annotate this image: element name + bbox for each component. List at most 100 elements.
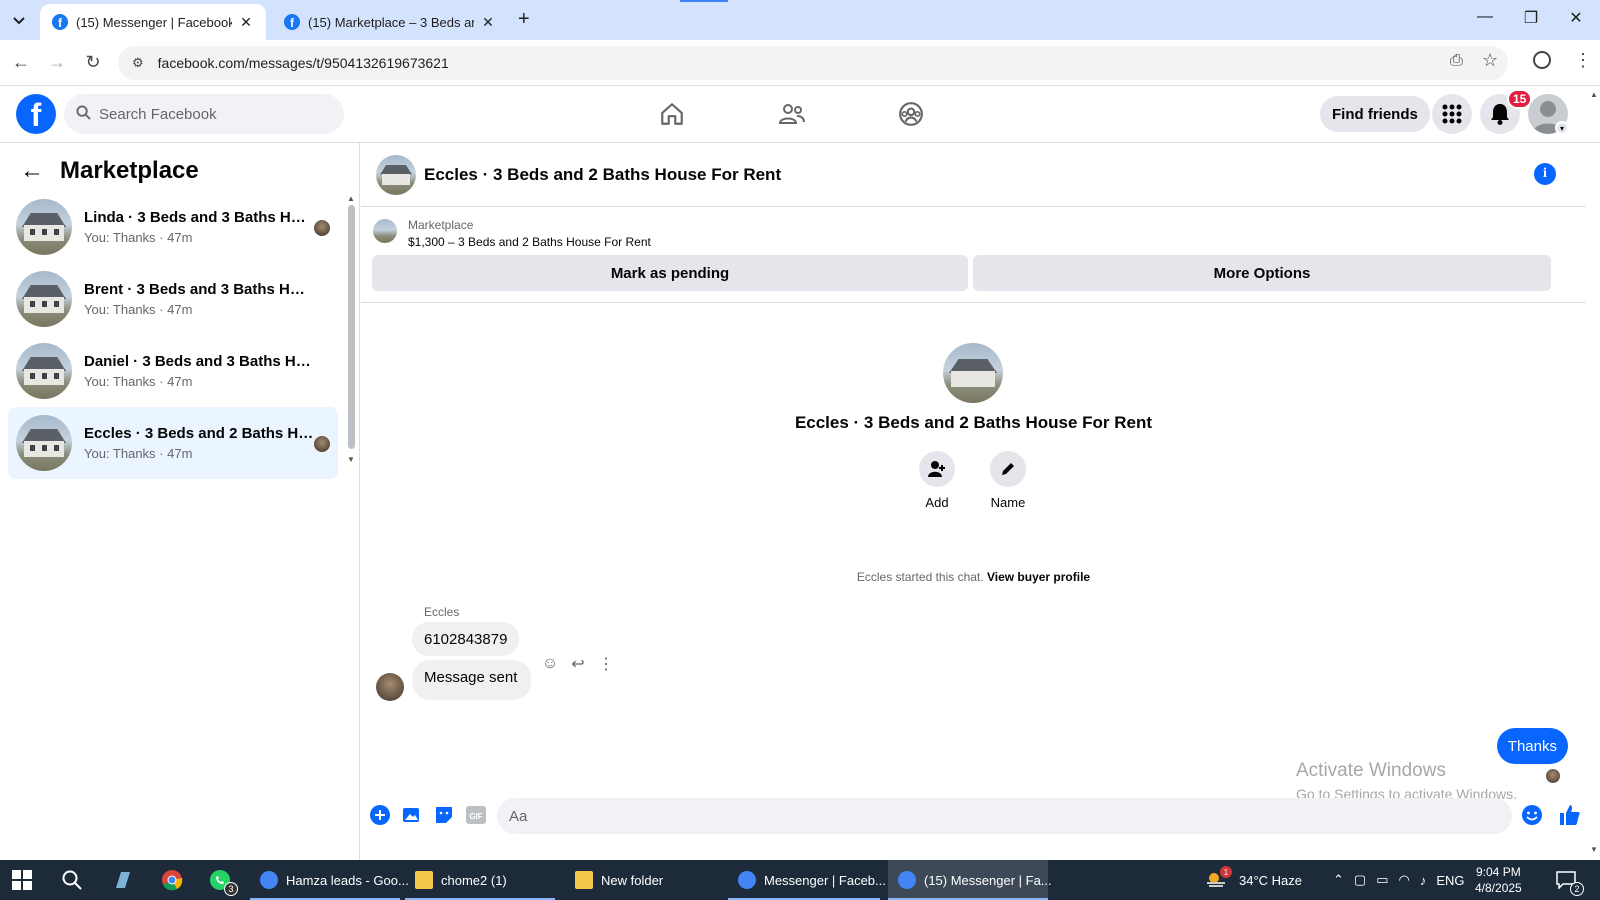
home-icon[interactable] bbox=[656, 98, 688, 130]
taskbar-app-label: Messenger | Faceb... bbox=[764, 872, 886, 888]
windows-start-icon[interactable] bbox=[12, 870, 32, 890]
facebook-search[interactable] bbox=[64, 94, 344, 134]
restore-icon[interactable]: ❐ bbox=[1521, 8, 1541, 28]
view-buyer-profile-link[interactable]: View buyer profile bbox=[987, 570, 1090, 584]
weather-widget[interactable]: 34°C Haze bbox=[1205, 860, 1302, 900]
scroll-down-arrow-icon[interactable]: ▼ bbox=[347, 455, 355, 464]
omnibox[interactable]: ⚙ facebook.com/messages/t/95041326196736… bbox=[118, 46, 1508, 80]
sender-name: Eccles bbox=[424, 605, 460, 619]
tab-messenger[interactable]: f (15) Messenger | Facebook ✕ bbox=[40, 4, 266, 40]
show-hidden-icons-chevron-icon[interactable]: ⌃ bbox=[1333, 872, 1344, 888]
photo-icon[interactable] bbox=[401, 804, 423, 826]
info-icon[interactable]: i bbox=[1534, 163, 1556, 185]
chrome-icon[interactable] bbox=[158, 866, 186, 894]
back-arrow-icon[interactable]: ← bbox=[10, 52, 32, 73]
watermark-line-1: Activate Windows bbox=[1296, 760, 1446, 781]
outgoing-message-bubble[interactable]: Thanks bbox=[1496, 728, 1568, 764]
taskbar-app-new-folder[interactable]: New folder bbox=[565, 860, 715, 900]
add-people-button[interactable]: Add bbox=[907, 451, 967, 510]
new-tab-button[interactable]: + bbox=[518, 8, 530, 31]
name-label: Name bbox=[990, 495, 1026, 510]
conversation-item-daniel[interactable]: Daniel · 3 Beds and 3 Baths House For Re… bbox=[8, 335, 338, 407]
bookmark-star-icon[interactable]: ☆ bbox=[1482, 50, 1498, 71]
language-indicator[interactable]: ENG bbox=[1436, 873, 1464, 888]
account-menu-chevron-icon[interactable]: ▾ bbox=[1555, 121, 1569, 135]
weather-alert-badge: 1 bbox=[1220, 866, 1232, 878]
chrome-icon bbox=[260, 871, 278, 889]
browser-tab-bar: f (15) Messenger | Facebook ✕ f (15) Mar… bbox=[0, 0, 1600, 40]
close-tab-icon[interactable]: ✕ bbox=[480, 14, 496, 31]
site-settings-icon[interactable]: ⚙ bbox=[132, 55, 144, 71]
sidebar-scrollbar[interactable] bbox=[348, 205, 355, 449]
sender-avatar[interactable] bbox=[376, 673, 404, 701]
chat-listing-thumbnail[interactable] bbox=[376, 154, 416, 195]
search-input[interactable] bbox=[99, 105, 319, 123]
thumbs-up-icon[interactable] bbox=[1559, 804, 1581, 826]
chat-started-notice: Eccles started this chat. View buyer pro… bbox=[361, 570, 1586, 584]
meet-now-icon[interactable]: ▢ bbox=[1354, 872, 1366, 888]
whatsapp-badge: 3 bbox=[224, 882, 238, 896]
name-chat-button[interactable]: Name bbox=[978, 451, 1038, 510]
minimize-icon[interactable]: — bbox=[1475, 8, 1495, 26]
clock-time: 9:04 PM bbox=[1476, 865, 1521, 879]
scroll-up-arrow-icon[interactable]: ▲ bbox=[1590, 90, 1598, 99]
message-bubble[interactable]: Message sent bbox=[412, 660, 532, 700]
mark-as-pending-button[interactable]: Mark as pending bbox=[372, 255, 968, 291]
conversation-preview: You: Thanks · 47m bbox=[84, 446, 193, 461]
conversation-item-eccles[interactable]: Eccles · 3 Beds and 2 Baths House For Re… bbox=[8, 407, 338, 479]
chat-panel: Eccles · 3 Beds and 2 Baths House For Re… bbox=[361, 90, 1600, 860]
taskbar-app-chome2[interactable]: chome2 (1) bbox=[405, 860, 555, 900]
find-friends-button[interactable]: Find friends bbox=[1320, 96, 1430, 132]
close-window-icon[interactable]: ✕ bbox=[1566, 8, 1586, 28]
reply-arrow-icon[interactable]: ↩ bbox=[569, 655, 587, 673]
add-label: Add bbox=[925, 495, 949, 510]
scroll-up-arrow-icon[interactable]: ▲ bbox=[347, 194, 355, 203]
scroll-down-arrow-icon[interactable]: ▼ bbox=[1590, 845, 1598, 854]
more-options-button[interactable]: More Options bbox=[973, 255, 1551, 291]
menu-grid-icon[interactable] bbox=[1432, 94, 1472, 134]
folder-icon bbox=[575, 871, 593, 889]
back-arrow-icon[interactable]: ← bbox=[20, 157, 44, 185]
chat-intro-thumbnail bbox=[943, 343, 1003, 403]
started-text: Eccles started this chat. bbox=[856, 570, 984, 584]
more-actions-icon[interactable]: ⋮ bbox=[597, 655, 615, 673]
message-input-box[interactable] bbox=[497, 798, 1512, 834]
facebook-logo[interactable]: f bbox=[16, 94, 56, 134]
conversation-item-brent[interactable]: Brent · 3 Beds and 3 Baths House For Ren… bbox=[8, 263, 338, 335]
system-clock[interactable]: 9:04 PM 4/8/2025 bbox=[1475, 864, 1522, 896]
tab-search-button[interactable] bbox=[6, 8, 32, 34]
reload-icon[interactable]: ↻ bbox=[82, 52, 104, 73]
folder-icon bbox=[415, 871, 433, 889]
wifi-icon[interactable]: ◠ bbox=[1399, 872, 1410, 888]
volume-icon[interactable]: ♪ bbox=[1420, 873, 1427, 888]
taskbar-app-messenger[interactable]: Messenger | Faceb... bbox=[728, 860, 886, 900]
message-actions: ☺ ↩ ⋮ bbox=[541, 655, 615, 673]
groups-icon[interactable] bbox=[895, 98, 927, 130]
close-tab-icon[interactable]: ✕ bbox=[238, 14, 254, 31]
forward-arrow-icon[interactable]: → bbox=[46, 52, 68, 73]
chat-header: Eccles · 3 Beds and 2 Baths House For Re… bbox=[361, 143, 1586, 207]
listing-title[interactable]: $1,300 – 3 Beds and 2 Baths House For Re… bbox=[408, 235, 651, 249]
taskbar-app-messenger-active[interactable]: (15) Messenger | Fa... bbox=[888, 860, 1052, 900]
conversation-item-linda[interactable]: Linda · 3 Beds and 3 Baths House For Ren… bbox=[8, 191, 338, 263]
friends-icon[interactable] bbox=[776, 98, 808, 130]
emoji-icon[interactable] bbox=[1521, 804, 1543, 826]
sticker-icon[interactable] bbox=[433, 804, 455, 826]
plus-circle-icon[interactable] bbox=[369, 804, 391, 826]
message-input[interactable] bbox=[509, 807, 1409, 825]
marketplace-label: Marketplace bbox=[408, 218, 474, 232]
react-emoji-icon[interactable]: ☺ bbox=[541, 655, 559, 673]
menu-kebab-icon[interactable]: ⋮ bbox=[1574, 50, 1592, 71]
gif-icon[interactable]: GIF bbox=[465, 804, 487, 826]
install-app-icon[interactable]: ⎙ bbox=[1450, 52, 1463, 70]
tab-marketplace[interactable]: f (15) Marketplace – 3 Beds and 3 ✕ bbox=[272, 4, 508, 40]
taskbar-app-hamza-leads[interactable]: Hamza leads - Goo... bbox=[250, 860, 409, 900]
message-bubble[interactable]: 6102843879 bbox=[412, 622, 520, 656]
files-app-icon[interactable] bbox=[108, 866, 136, 894]
battery-icon[interactable]: ▭ bbox=[1376, 872, 1388, 888]
listing-small-thumbnail bbox=[373, 219, 397, 243]
chat-title[interactable]: Eccles · 3 Beds and 2 Baths House For Re… bbox=[424, 165, 781, 185]
conversation-preview: You: Thanks · 47m bbox=[84, 302, 193, 317]
profile-icon[interactable] bbox=[1533, 51, 1551, 69]
search-icon[interactable] bbox=[58, 866, 86, 894]
